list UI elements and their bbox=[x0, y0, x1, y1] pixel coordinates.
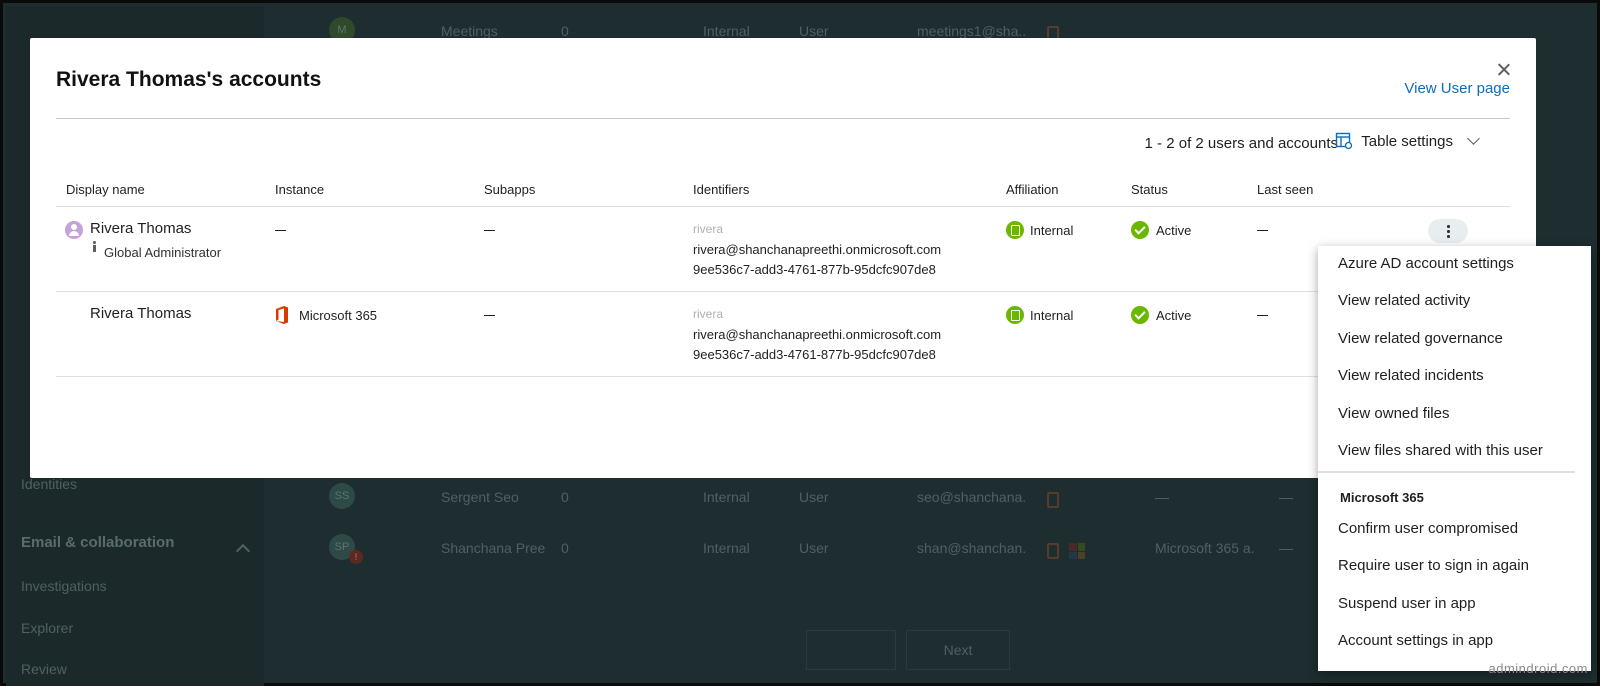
column-header-last-seen[interactable]: Last seen bbox=[1257, 182, 1313, 197]
active-status-icon bbox=[1131, 306, 1149, 324]
internal-affiliation-icon bbox=[1006, 306, 1024, 324]
account-actions-menu: Azure AD account settings View related a… bbox=[1318, 246, 1591, 671]
affiliation-value: Internal bbox=[1030, 223, 1074, 238]
display-name[interactable]: Rivera Thomas bbox=[90, 220, 191, 237]
table-settings-icon bbox=[1336, 132, 1353, 150]
last-seen-value: — bbox=[1279, 540, 1293, 556]
last-seen-value bbox=[1257, 221, 1268, 237]
count-value: 0 bbox=[561, 23, 569, 39]
identifier-alias: rivera bbox=[693, 222, 724, 236]
type-value: User bbox=[799, 540, 829, 556]
table-settings-button[interactable]: Table settings bbox=[1335, 132, 1480, 150]
accounts-dialog: Rivera Thomas's accounts View User page … bbox=[30, 38, 1536, 478]
status-value: Active bbox=[1156, 223, 1192, 238]
view-user-page-link[interactable]: View User page bbox=[1404, 80, 1510, 97]
role-label: Global Administrator bbox=[104, 245, 222, 260]
last-seen-value bbox=[1257, 306, 1268, 322]
nav-item-identities[interactable]: Identities bbox=[21, 476, 77, 492]
previous-button[interactable] bbox=[806, 630, 896, 670]
affiliation-value: Internal bbox=[1030, 308, 1074, 323]
menu-item-view-files-shared[interactable]: View files shared with this user bbox=[1338, 442, 1543, 459]
identifier-guid: 9ee536c7-add3-4761-877b-95dcfc907de8 bbox=[693, 262, 936, 277]
type-value: User bbox=[799, 489, 829, 505]
subapps-value bbox=[484, 306, 495, 322]
count-value: 0 bbox=[561, 540, 569, 556]
more-options-button[interactable] bbox=[1428, 219, 1468, 243]
menu-item-account-settings-in-app[interactable]: Account settings in app bbox=[1338, 632, 1493, 649]
menu-item-view-owned-files[interactable]: View owned files bbox=[1338, 405, 1449, 422]
column-header-subapps[interactable]: Subapps bbox=[484, 182, 535, 197]
column-header-identifiers[interactable]: Identifiers bbox=[693, 182, 749, 197]
admin-role-icon bbox=[92, 241, 98, 253]
alert-badge-icon: ! bbox=[349, 550, 363, 564]
column-header-instance[interactable]: Instance bbox=[275, 182, 324, 197]
status-value: — bbox=[1155, 489, 1169, 505]
status-value: Microsoft 365 a... bbox=[1155, 540, 1255, 556]
affiliation-value: Internal bbox=[703, 489, 750, 505]
divider bbox=[56, 118, 1510, 119]
row-divider bbox=[56, 376, 1510, 377]
next-button[interactable]: Next bbox=[906, 630, 1010, 670]
instance-value: Microsoft 365 bbox=[299, 308, 378, 323]
menu-item-suspend-user-in-app[interactable]: Suspend user in app bbox=[1338, 595, 1476, 612]
nav-section-email-collaboration[interactable]: Email & collaboration bbox=[21, 534, 174, 551]
column-header-affiliation[interactable]: Affiliation bbox=[1006, 182, 1059, 197]
email-value: meetings1@sha... bbox=[917, 23, 1027, 39]
menu-item-view-related-activity[interactable]: View related activity bbox=[1338, 292, 1470, 309]
subapps-value bbox=[484, 221, 495, 237]
user-name[interactable]: Sergent Seo bbox=[441, 489, 519, 505]
column-header-display-name[interactable]: Display name bbox=[66, 182, 145, 197]
last-seen-value: — bbox=[1279, 489, 1293, 505]
menu-item-view-related-incidents[interactable]: View related incidents bbox=[1338, 367, 1484, 384]
microsoft-365-icon bbox=[276, 306, 288, 324]
close-icon[interactable] bbox=[1494, 60, 1514, 80]
identifier-email: rivera@shanchanapreethi.onmicrosoft.com bbox=[693, 327, 942, 342]
type-value: User bbox=[799, 23, 829, 39]
display-name[interactable]: Rivera Thomas bbox=[90, 305, 191, 322]
nav-item-investigations[interactable]: Investigations bbox=[21, 578, 107, 594]
status-value: Active bbox=[1156, 308, 1192, 323]
count-value: 0 bbox=[561, 489, 569, 505]
dialog-title: Rivera Thomas's accounts bbox=[56, 68, 322, 91]
user-avatar-icon bbox=[65, 221, 83, 239]
identifier-email: rivera@shanchanapreethi.onmicrosoft.com bbox=[693, 242, 942, 257]
office-icon bbox=[1047, 543, 1059, 559]
nav-item-explorer[interactable]: Explorer bbox=[21, 620, 73, 636]
row-divider bbox=[56, 291, 1510, 292]
identifier-alias: rivera bbox=[693, 307, 724, 321]
user-name[interactable]: Shanchana Pree bbox=[441, 540, 545, 556]
email-value: shan@shanchan... bbox=[917, 540, 1027, 556]
menu-item-view-related-governance[interactable]: View related governance bbox=[1338, 330, 1503, 347]
watermark: admindroid.com bbox=[1488, 661, 1588, 676]
affiliation-value: Internal bbox=[703, 540, 750, 556]
instance-value bbox=[275, 221, 286, 237]
results-count: 1 - 2 of 2 users and accounts bbox=[1144, 135, 1338, 152]
row-divider bbox=[56, 206, 1510, 207]
nav-item-review[interactable]: Review bbox=[21, 661, 67, 677]
chevron-up-icon[interactable] bbox=[235, 543, 251, 559]
avatar: SS bbox=[329, 483, 355, 509]
identifier-guid: 9ee536c7-add3-4761-877b-95dcfc907de8 bbox=[693, 347, 936, 362]
microsoft-logo-icon bbox=[1069, 543, 1085, 559]
active-status-icon bbox=[1131, 221, 1149, 239]
menu-divider bbox=[1318, 471, 1575, 473]
affiliation-value: Internal bbox=[703, 23, 750, 39]
internal-affiliation-icon bbox=[1006, 221, 1024, 239]
table-settings-label: Table settings bbox=[1361, 132, 1453, 150]
column-header-status[interactable]: Status bbox=[1131, 182, 1168, 197]
menu-item-azure-ad-account-settings[interactable]: Azure AD account settings bbox=[1338, 255, 1514, 272]
office-icon bbox=[1047, 492, 1059, 508]
user-name[interactable]: Meetings bbox=[441, 23, 498, 39]
email-value: seo@shanchana... bbox=[917, 489, 1027, 505]
chevron-down-icon bbox=[1467, 132, 1480, 145]
menu-item-confirm-user-compromised[interactable]: Confirm user compromised bbox=[1338, 520, 1518, 537]
menu-item-require-sign-in-again[interactable]: Require user to sign in again bbox=[1338, 557, 1529, 574]
menu-section-header: Microsoft 365 bbox=[1340, 490, 1424, 505]
